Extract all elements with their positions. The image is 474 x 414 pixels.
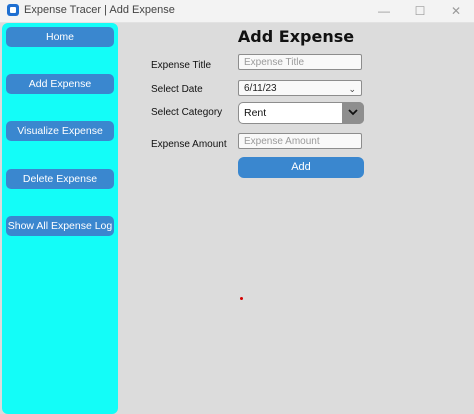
close-icon[interactable]: ✕: [438, 0, 474, 22]
red-dot: [240, 297, 243, 300]
select-category-label: Select Category: [151, 107, 223, 118]
expense-title-input[interactable]: Expense Title: [238, 54, 362, 70]
visualize-expense-button[interactable]: Visualize Expense: [6, 121, 114, 141]
date-value: 6/11/23: [244, 83, 277, 94]
dropdown-chevron-icon[interactable]: [342, 102, 364, 124]
main-panel: Add Expense Expense Title Expense Title …: [120, 23, 474, 414]
delete-expense-button[interactable]: Delete Expense: [6, 169, 114, 189]
title-bar: Expense Tracer | Add Expense — ☐ ✕: [0, 0, 474, 23]
expense-amount-label: Expense Amount: [151, 139, 227, 150]
chevron-down-icon[interactable]: ⌄: [348, 81, 356, 97]
page-title: Add Expense: [237, 27, 355, 46]
window-title: Expense Tracer | Add Expense: [24, 4, 175, 16]
category-value: Rent: [244, 107, 267, 119]
home-button[interactable]: Home: [6, 27, 114, 47]
add-expense-button[interactable]: Add Expense: [6, 74, 114, 94]
select-date-label: Select Date: [151, 84, 203, 95]
date-picker[interactable]: 6/11/23 ⌄: [238, 80, 362, 96]
category-dropdown[interactable]: Rent: [238, 102, 364, 124]
show-all-expense-log-button[interactable]: Show All Expense Log: [6, 216, 114, 236]
maximize-icon[interactable]: ☐: [402, 0, 438, 22]
app-icon: [7, 4, 19, 16]
add-button[interactable]: Add: [238, 157, 364, 178]
sidebar: Home Add Expense Visualize Expense Delet…: [2, 23, 118, 414]
expense-amount-input[interactable]: Expense Amount: [238, 133, 362, 149]
minimize-icon[interactable]: —: [366, 0, 402, 22]
expense-title-label: Expense Title: [151, 60, 212, 71]
